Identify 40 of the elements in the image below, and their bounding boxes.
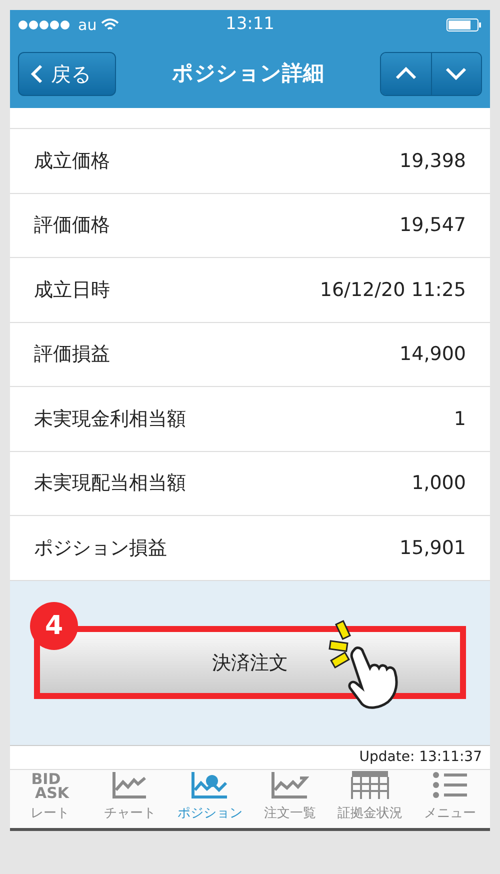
row-label: 未実現金利相当額 (34, 406, 186, 432)
back-button[interactable]: 戻る (18, 52, 116, 96)
tab-bar-item[interactable]: 証拠金状況 (330, 770, 410, 828)
previous-button[interactable] (381, 52, 432, 95)
status-time: 13:11 (224, 13, 276, 36)
line-chart-icon (271, 770, 309, 800)
row-value: 15,901 (400, 536, 466, 561)
signal-icon (18, 20, 70, 30)
row-label: ポジション損益 (34, 536, 167, 561)
row-label: 評価損益 (34, 342, 110, 368)
chevron-up-icon (394, 67, 417, 80)
update-time: Update: 13:11:37 (359, 748, 482, 768)
bid-ask-icon: BID ASK (30, 772, 70, 800)
tab-bar-item[interactable]: 注文一覧 (250, 770, 330, 828)
line-chart-icon (112, 770, 148, 800)
row-value: 14,900 (400, 342, 466, 368)
carrier-name: au (78, 14, 97, 36)
next-button[interactable] (432, 52, 481, 95)
wifi-icon (100, 18, 119, 32)
table-icon (351, 770, 389, 800)
row-label: 成立日時 (34, 278, 110, 303)
battery-icon (446, 18, 482, 32)
row-label: 評価価格 (34, 213, 110, 238)
row-label: 未実現配当相当額 (34, 471, 186, 496)
row-value: 1,000 (412, 471, 466, 496)
row-value: 16/12/20 11:25 (320, 278, 466, 303)
chevron-down-icon (445, 67, 468, 80)
row-label: 成立価格 (34, 148, 110, 174)
tab-bar-item[interactable]: メニュー (410, 770, 490, 828)
step-badge: 4 (30, 602, 78, 650)
screen-title: ポジション詳細 (171, 60, 325, 88)
chevron-left-icon (31, 64, 43, 84)
row-value: 19,547 (400, 213, 466, 238)
row-value: 1 (454, 406, 466, 432)
tab-bar-item[interactable]: ポジション (170, 770, 250, 828)
row-value: 19,398 (400, 148, 466, 174)
line-chart-icon (191, 770, 229, 800)
menu-icon (432, 770, 468, 800)
tab-bar-item[interactable]: チャート (90, 770, 170, 828)
tab-bar-item[interactable]: BID ASK レート (10, 770, 90, 828)
